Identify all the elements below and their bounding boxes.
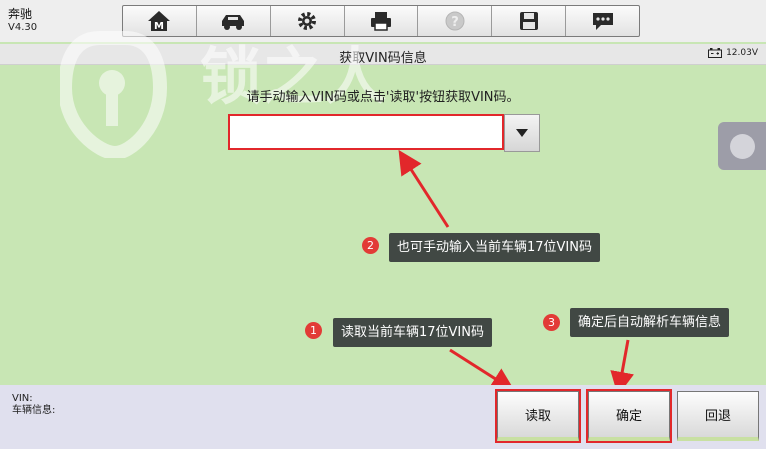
annotation-number-2: 2 xyxy=(362,237,379,254)
bottom-bar: VIN: 车辆信息: 读取 确定 回退 xyxy=(0,385,766,449)
read-button[interactable]: 读取 xyxy=(495,389,581,443)
annotation-1: 读取当前车辆17位VIN码 xyxy=(333,318,492,347)
annotation-arrows xyxy=(398,149,634,396)
confirm-button[interactable]: 确定 xyxy=(586,389,672,443)
annotation-2: 也可手动输入当前车辆17位VIN码 xyxy=(389,233,600,262)
annotation-3: 确定后自动解析车辆信息 xyxy=(570,308,730,337)
arrow-to-read-button xyxy=(449,348,516,392)
arrow-to-confirm-button xyxy=(610,339,634,396)
vin-label: VIN: xyxy=(12,393,33,404)
arrow-to-vin-input xyxy=(398,149,450,228)
annotation-number-1: 1 xyxy=(305,322,322,339)
vehicle-info-panel: VIN: 车辆信息: xyxy=(12,393,55,417)
vehicle-info-label: 车辆信息: xyxy=(12,405,56,416)
back-button[interactable]: 回退 xyxy=(677,391,759,441)
annotation-number-3: 3 xyxy=(543,314,560,331)
